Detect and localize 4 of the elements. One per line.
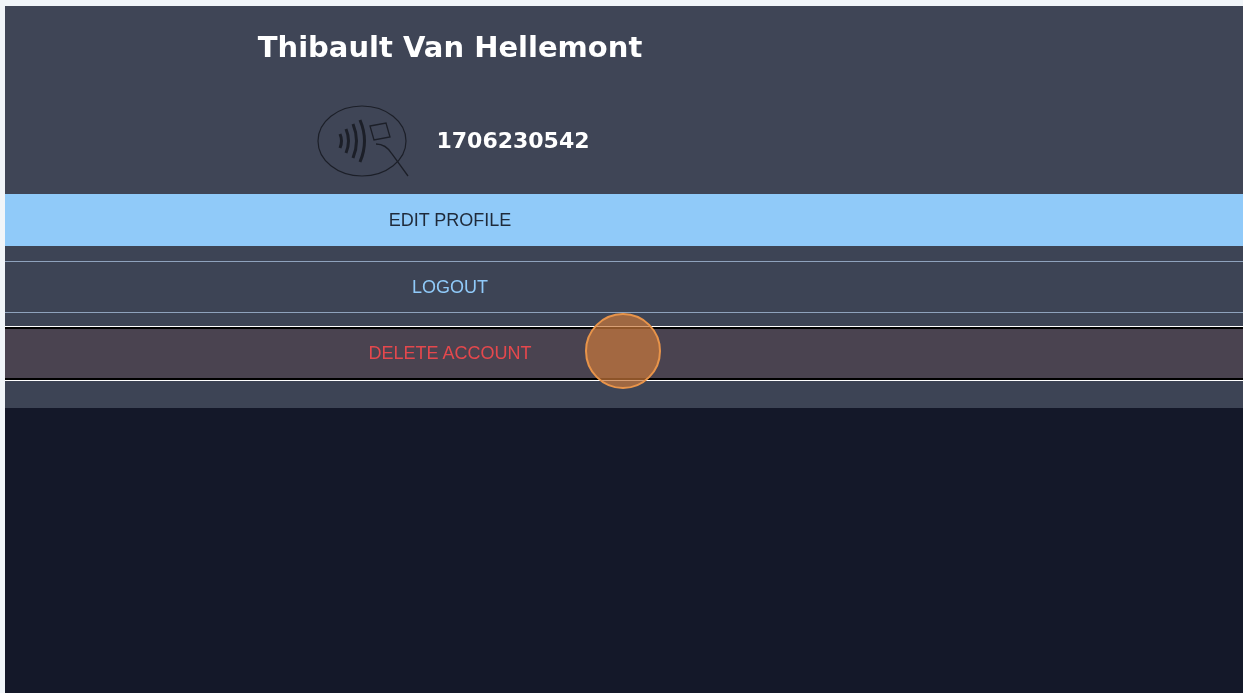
edit-button[interactable]: EDIT PROFILE — [5, 194, 1243, 246]
card-number: 1706230542 — [436, 127, 590, 155]
logout-button[interactable]: LOGOUT — [5, 261, 1243, 313]
user-name: Thibault Van Hellemont — [257, 29, 643, 66]
